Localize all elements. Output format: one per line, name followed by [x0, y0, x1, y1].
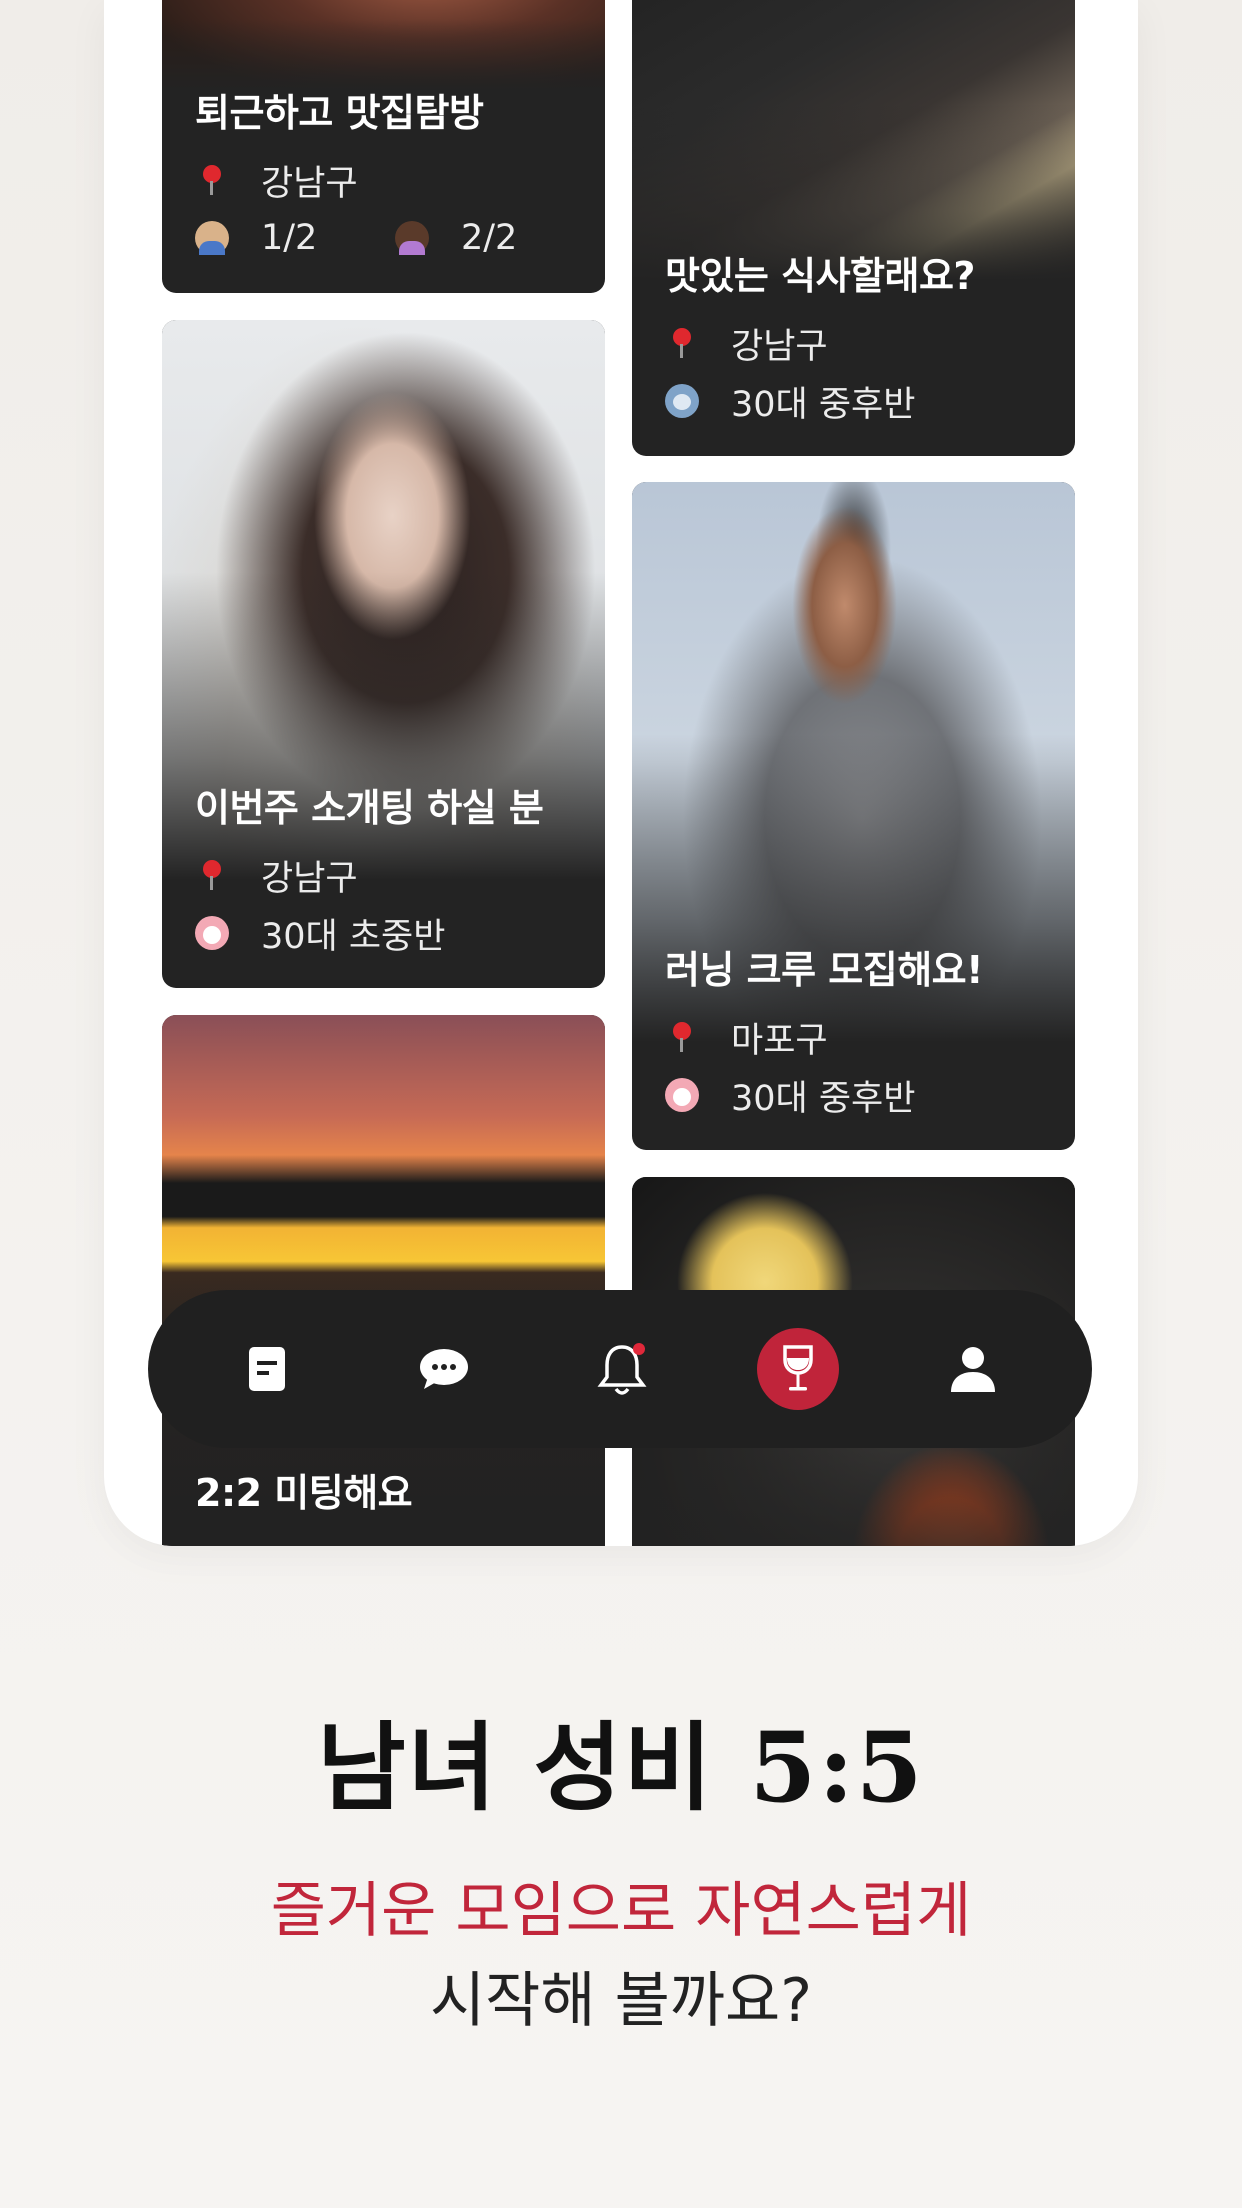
penguin-avatar-icon — [195, 916, 229, 950]
card-location: 강남구 — [731, 326, 828, 367]
location-pin-icon — [195, 163, 229, 197]
card-age: 30대 중후반 — [731, 1078, 916, 1119]
meeting-card[interactable]: 러닝 크루 모집해요! 마포구 30대 중후반 — [632, 482, 1075, 1150]
chat-icon — [420, 1349, 469, 1389]
card-age: 30대 초중반 — [261, 916, 446, 957]
bell-icon — [597, 1343, 647, 1395]
bottom-nav-bar — [148, 1290, 1092, 1448]
card-photo — [162, 0, 605, 90]
profile-icon — [951, 1347, 996, 1392]
card-title: 러닝 크루 모집해요! — [665, 948, 983, 992]
meeting-card[interactable]: 2:2 미팅해요 — [162, 1015, 605, 1546]
meeting-card[interactable]: 맛있는 식사할래요? 강남구 30대 중후반 — [632, 0, 1075, 456]
nav-meeting-button[interactable] — [756, 1328, 839, 1410]
bear-avatar-icon — [665, 384, 699, 418]
nav-chat-button[interactable] — [401, 1326, 487, 1412]
penguin-avatar-icon — [665, 1078, 699, 1112]
card-title: 퇴근하고 맛집탐방 — [195, 91, 484, 135]
meeting-card[interactable]: 퇴근하고 맛집탐방 강남구 1/2 2/2 — [162, 0, 605, 293]
card-title: 맛있는 식사할래요? — [665, 254, 975, 298]
card-title: 2:2 미팅해요 — [195, 1471, 413, 1515]
female-count: 2/2 — [461, 218, 518, 258]
meeting-card[interactable]: 이번주 소개팅 하실 분 강남구 30대 초중반 — [162, 320, 605, 988]
location-pin-icon — [665, 1020, 699, 1054]
location-pin-icon — [665, 326, 699, 360]
nav-feed-button[interactable] — [224, 1326, 310, 1412]
card-location: 강남구 — [261, 163, 358, 204]
wine-glass-icon — [782, 1345, 813, 1391]
phone-frame: 퇴근하고 맛집탐방 강남구 1/2 2/2 맛있는 식사할래요? 강남구 30대… — [104, 0, 1138, 1546]
card-photo — [632, 0, 1075, 280]
card-location: 강남구 — [261, 858, 358, 899]
man-raising-hand-icon — [195, 221, 229, 255]
card-age: 30대 중후반 — [731, 384, 916, 425]
subtitle-highlight: 즐거운 모임으로 자연스럽게 — [270, 1876, 972, 1946]
male-count: 1/2 — [261, 218, 318, 258]
location-pin-icon — [195, 858, 229, 892]
card-title: 이번주 소개팅 하실 분 — [195, 786, 544, 830]
card-location: 마포구 — [731, 1020, 828, 1061]
headline: 남녀 성비 5:5 — [317, 1711, 925, 1824]
nav-profile-button[interactable] — [930, 1326, 1016, 1412]
nav-notification-button[interactable] — [579, 1326, 665, 1412]
subtitle: 시작해 볼까요? — [429, 1966, 813, 2036]
document-icon — [248, 1347, 285, 1391]
woman-raising-hand-icon — [395, 221, 429, 255]
